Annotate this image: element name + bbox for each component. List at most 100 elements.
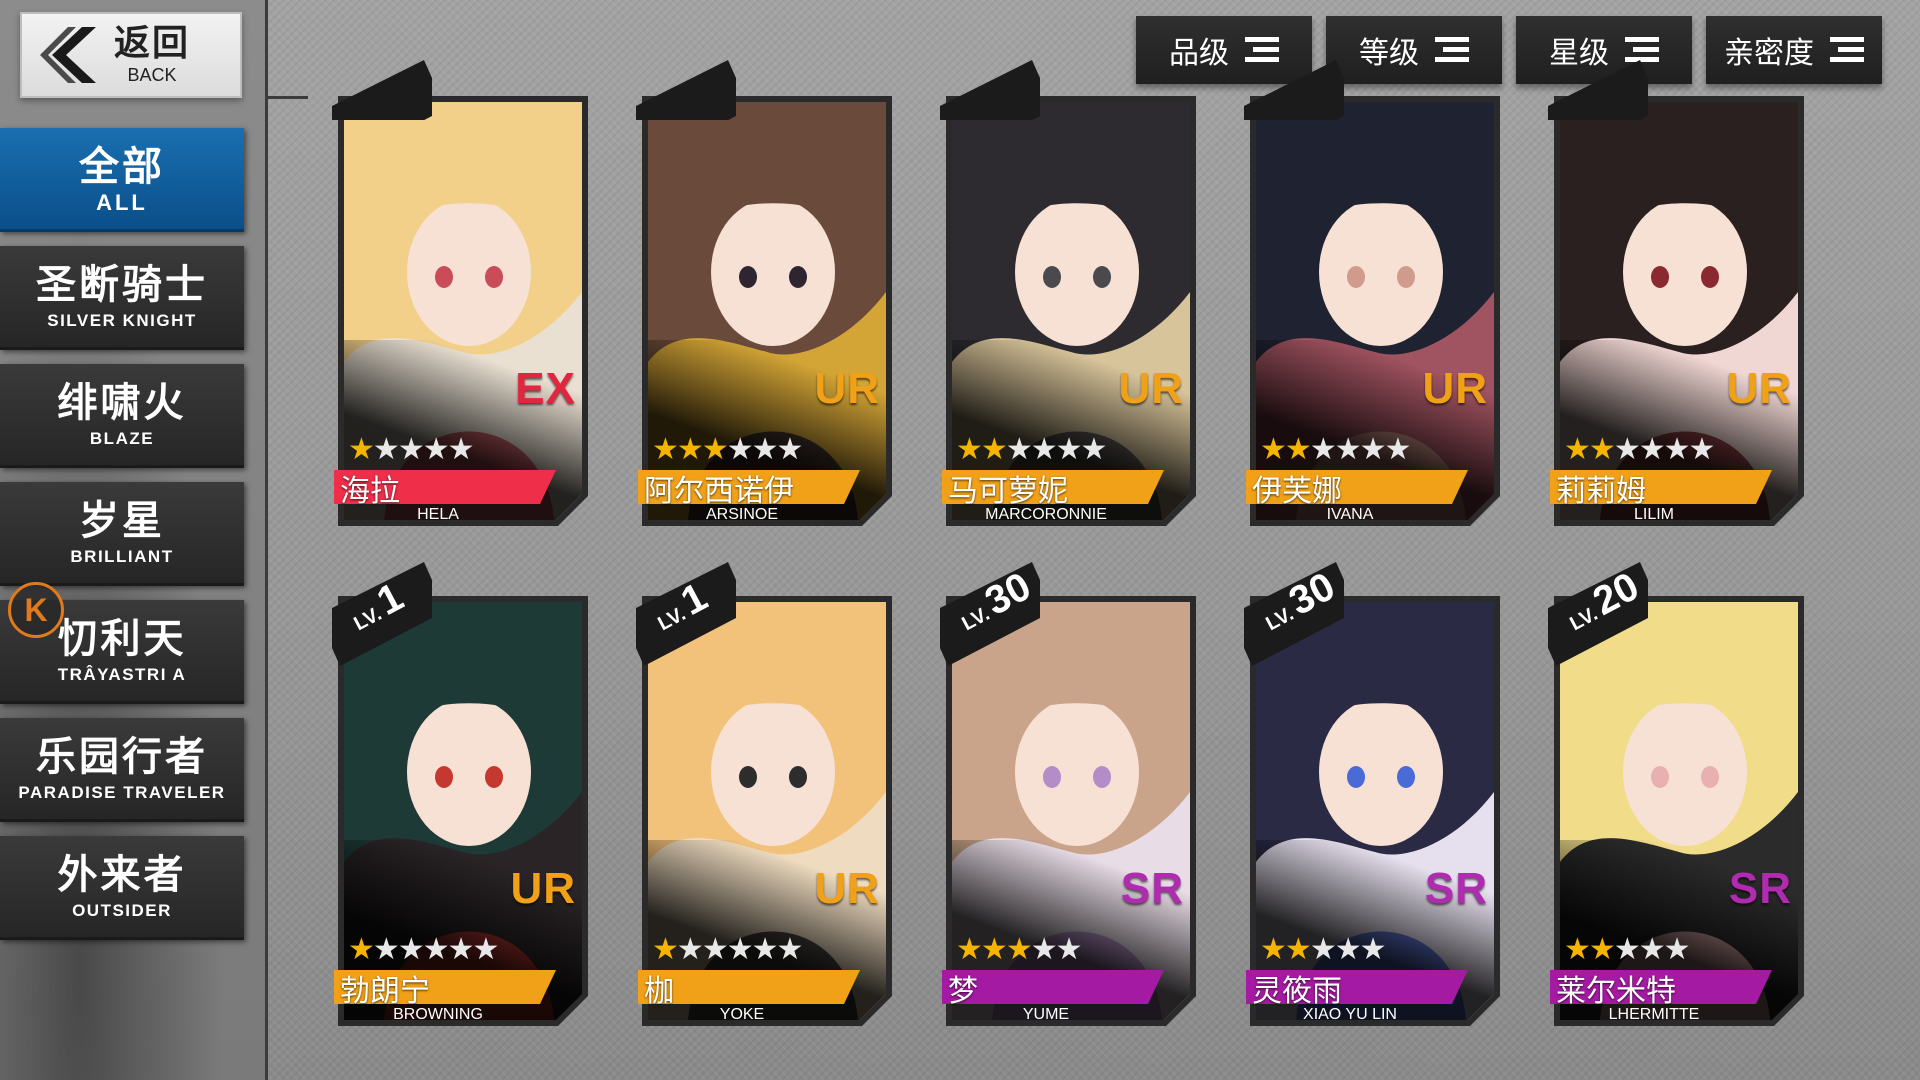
star-icon: ★ [1309,932,1337,967]
star-icon: ★ [1384,432,1412,467]
sort-icon [1245,36,1279,64]
character-name-en: YOKE [719,1006,765,1023]
rarity-badge: UR [1726,364,1792,413]
category-tab-brilliant[interactable]: 岁星 BRILLIANT [0,482,244,586]
star-icon: ★ [701,932,729,967]
character-card-yoke[interactable]: UR ★★★★★★ 枷 YOKE LV.1 [636,562,892,1026]
star-icon: ★ [956,932,983,967]
sort-label: 星级 [1549,36,1609,71]
star-icon: ★ [1613,932,1641,967]
star-icon: ★ [397,932,425,967]
star-icon: ★ [1284,932,1312,967]
star-icon: ★ [1663,932,1691,967]
back-label: 返回 [114,23,191,64]
star-icon: ★ [447,932,475,967]
star-icon: ★ [751,932,779,967]
sort-button-level[interactable]: 等级 [1326,16,1502,84]
star-icon: ★ [1260,432,1287,467]
star-icon: ★ [1055,932,1083,967]
star-icon: ★ [348,432,375,467]
star-icon: ★ [776,932,804,967]
sort-icon [1830,36,1864,64]
star-icon: ★ [372,932,400,967]
star-rating: ★★★★★ [1260,932,1387,967]
character-card-hela[interactable]: EX ★★★★★ 海拉 HELA [332,60,588,526]
level-prefix: LV. [654,602,690,636]
character-name: 阿尔西诺伊 [644,474,794,509]
sort-button-quality[interactable]: 品级 [1136,16,1312,84]
level-prefix: LV. [1566,602,1602,636]
category-label-en: SILVER KNIGHT [47,311,197,330]
star-rating: ★★★★★★ [1564,432,1715,467]
star-icon: ★ [1334,932,1362,967]
category-label: 全部 [79,143,165,190]
star-rating: ★★★★★★ [652,432,804,467]
character-name: 海拉 [340,474,400,509]
character-name-en: XIAO YU LIN [1303,1006,1397,1023]
rarity-badge: UR [814,864,880,913]
star-icon: ★ [1663,432,1691,467]
category-tab-paradise-traveler[interactable]: 乐园行者 PARADISE TRAVELER [0,718,244,822]
category-label: 岁星 [79,497,165,544]
character-name: 灵筱雨 [1252,974,1342,1009]
character-name: 莉莉姆 [1556,474,1646,509]
character-name-en: IVANA [1326,506,1374,523]
back-button[interactable]: 返回 BACK [20,12,242,98]
star-icon: ★ [1005,932,1033,967]
sort-button-affinity[interactable]: 亲密度 [1706,16,1882,84]
star-icon: ★ [1080,432,1108,467]
category-tab-outsider[interactable]: 外来者 OUTSIDER [0,836,244,940]
category-label-en: TRÂYASTRI A [57,665,187,684]
character-name-en: LHERMITTE [1608,1006,1700,1023]
star-icon: ★ [676,932,704,967]
character-card-xiao-yu-lin[interactable]: SR ★★★★★ 灵筱雨 XIAO YU LIN LV.30 [1244,562,1500,1026]
category-label-en: PARADISE TRAVELER [18,783,226,802]
character-name: 枷 [644,974,674,1009]
character-card-arsinoe[interactable]: UR ★★★★★★ 阿尔西诺伊 ARSINOE [636,60,892,526]
category-label-en: ALL [96,190,148,215]
sort-icon [1625,36,1659,64]
star-icon: ★ [701,432,729,467]
character-name: 梦 [948,974,978,1009]
star-icon: ★ [1284,432,1312,467]
star-icon: ★ [776,432,804,467]
character-card-yume[interactable]: SR ★★★★★ 梦 YUME LV.30 [940,562,1196,1026]
character-card-lhermitte[interactable]: SR ★★★★★ 莱尔米特 LHERMITTE LV.20 [1548,562,1804,1026]
character-name-en: BROWNING [393,1006,483,1023]
star-icon: ★ [1613,432,1641,467]
star-icon: ★ [1030,432,1058,467]
category-label: 外来者 [57,851,187,898]
level-prefix: LV. [350,602,386,636]
star-rating: ★★★★★ [348,432,475,467]
star-icon: ★ [751,432,779,467]
rarity-badge: UR [814,364,880,413]
star-icon: ★ [1638,432,1666,467]
character-card-marcoronnie[interactable]: UR ★★★★★★ 马可萝妮 MARCORONNIE [940,60,1196,526]
sort-icon [1435,36,1469,64]
category-tab-silver-knight[interactable]: 圣断骑士 SILVER KNIGHT [0,246,244,350]
category-label: 乐园行者 [36,733,208,780]
character-card-browning[interactable]: UR ★★★★★★ 勃朗宁 BROWNING LV.1 [332,562,588,1026]
category-label-en: BLAZE [89,429,155,448]
rarity-badge: UR [1118,364,1184,413]
sort-button-star[interactable]: 星级 [1516,16,1692,84]
star-icon: ★ [1334,432,1362,467]
star-icon: ★ [726,432,754,467]
rarity-badge: SR [1424,864,1488,913]
k-badge-icon[interactable]: K [8,582,64,638]
star-icon: ★ [1588,932,1616,967]
star-icon: ★ [1030,932,1058,967]
sort-label: 等级 [1359,36,1419,71]
star-icon: ★ [472,932,500,967]
back-label-en: BACK [127,65,177,85]
character-card-ivana[interactable]: UR ★★★★★★ 伊芙娜 IVANA [1244,60,1500,526]
star-rating: ★★★★★★ [652,932,804,967]
category-tab-blaze[interactable]: 绯啸火 BLAZE [0,364,244,468]
star-icon: ★ [1638,932,1666,967]
star-icon: ★ [956,432,983,467]
star-icon: ★ [422,432,450,467]
category-tab-all[interactable]: 全部 ALL [0,128,244,232]
character-card-lilim[interactable]: UR ★★★★★★ 莉莉姆 LILIM [1548,60,1804,526]
star-icon: ★ [652,432,679,467]
star-icon: ★ [726,932,754,967]
